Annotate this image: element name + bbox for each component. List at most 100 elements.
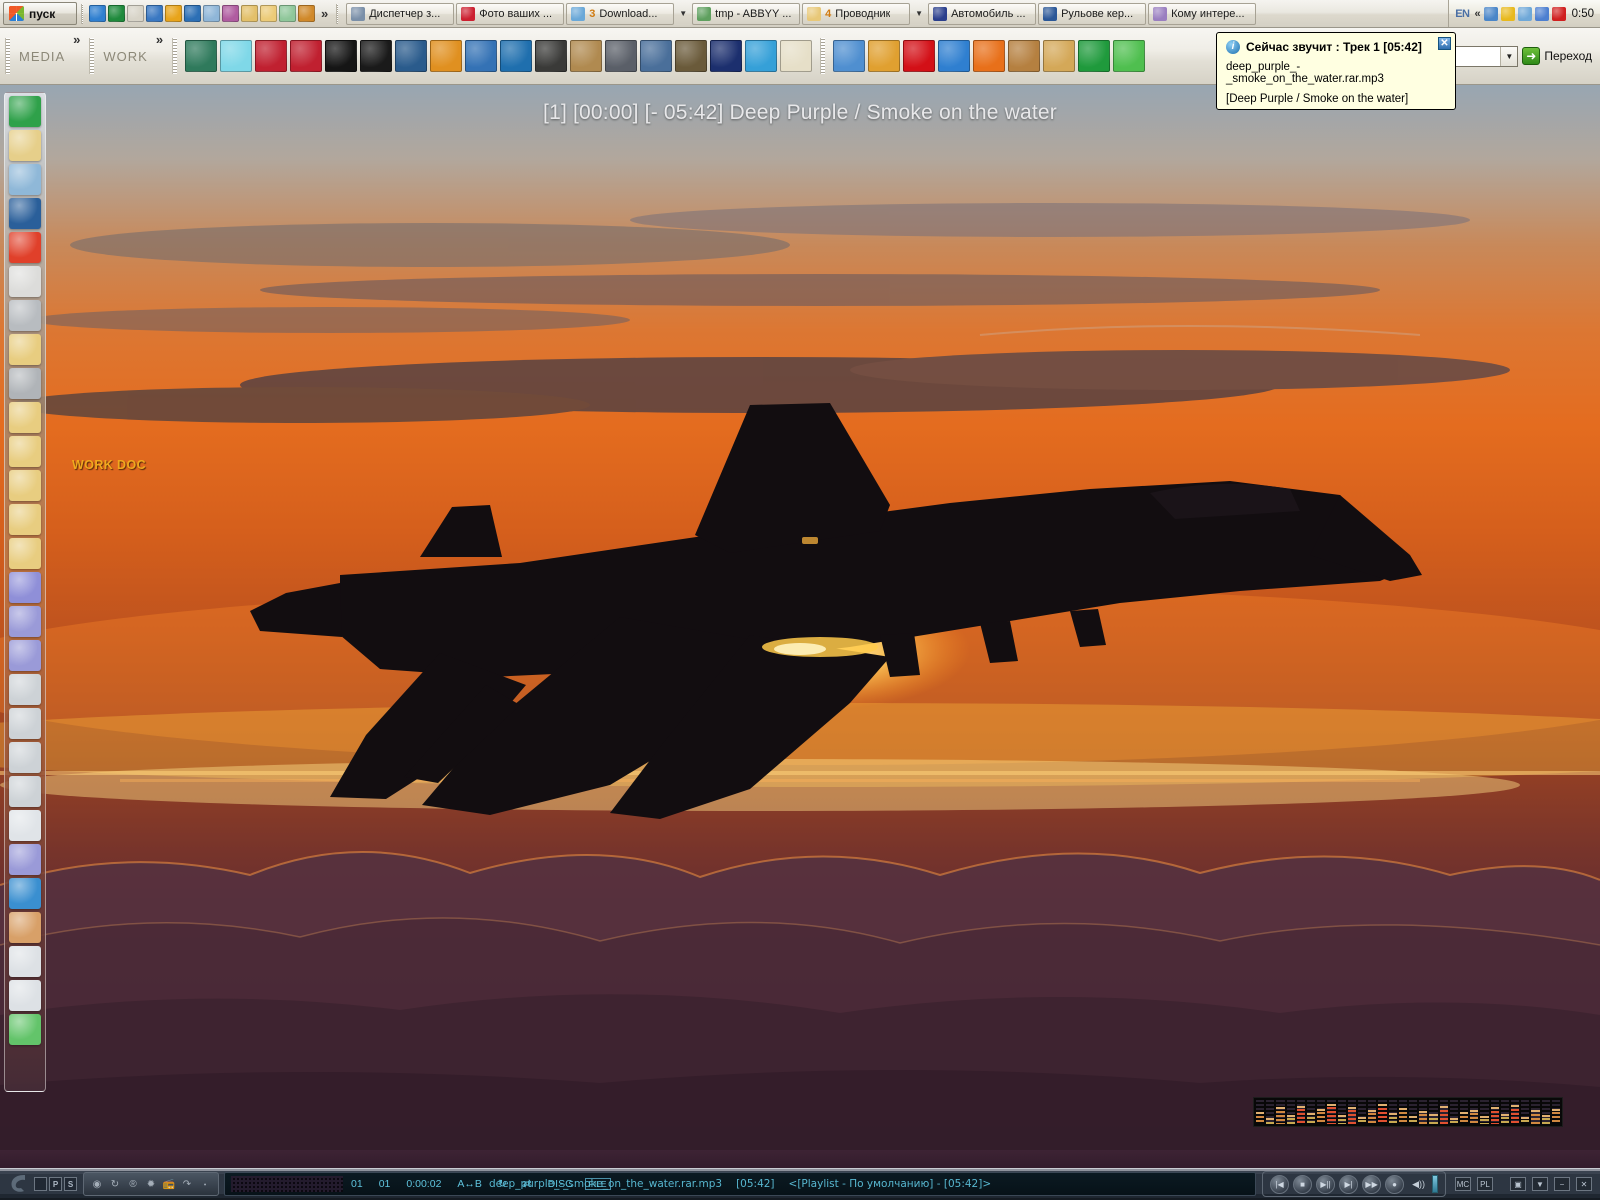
photo-folder-icon[interactable]	[241, 5, 258, 22]
bittorrent-icon[interactable]	[1078, 40, 1111, 72]
documents-folder-icon[interactable]	[9, 402, 41, 433]
recycle-green-icon[interactable]	[1113, 40, 1146, 72]
fighter-orange-icon[interactable]	[430, 40, 463, 72]
control-panel-gear-icon[interactable]	[9, 844, 41, 875]
notepad-edit-icon[interactable]	[127, 5, 144, 22]
window-shade-button[interactable]: ▼	[1532, 1177, 1548, 1191]
mp-blank-button[interactable]	[34, 1177, 47, 1191]
task-buttons-area[interactable]: Диспетчер з... Фото ваших ... 3 Download...…	[342, 2, 1448, 25]
toolbar-grip-2[interactable]	[89, 38, 95, 74]
mp-shuffle-button[interactable]: S	[64, 1177, 77, 1191]
volume-control[interactable]: ◀))	[1412, 1179, 1425, 1190]
desktop-label-work-doc[interactable]: WORK DOC	[72, 458, 146, 472]
book-green-icon[interactable]	[108, 5, 125, 22]
hard-drive-4-icon[interactable]	[9, 776, 41, 807]
task-button[interactable]: 4 Проводник	[802, 2, 911, 25]
toolbar-grip-4[interactable]	[820, 38, 826, 74]
blue-window-icon[interactable]	[146, 5, 163, 22]
music-folder-icon[interactable]	[9, 538, 41, 569]
aikx-icon[interactable]	[710, 40, 743, 72]
window-close-button[interactable]: ✕	[1576, 1177, 1592, 1191]
shuffle-icon[interactable]: ↻	[108, 1177, 122, 1191]
network-share-icon[interactable]	[1517, 6, 1532, 21]
sync-icon[interactable]	[1534, 6, 1549, 21]
mode-button-pl[interactable]: PL	[1477, 1177, 1493, 1191]
quick-launch-toolbar[interactable]	[87, 5, 317, 22]
transport-controls[interactable]: |◀ ■ ▶|| ▶| ▶▶ ● ◀))	[1262, 1171, 1446, 1197]
media-window-controls[interactable]: MC PL ▣ ▼ − ✕	[1446, 1177, 1600, 1191]
red-house-folder-icon[interactable]	[9, 504, 41, 535]
firewall-shield-icon[interactable]	[868, 40, 901, 72]
mode-button-mc[interactable]: MC	[1455, 1177, 1471, 1191]
internet-toolbar[interactable]	[830, 40, 1148, 72]
hard-drive-icon[interactable]	[9, 674, 41, 705]
camcorder-icon[interactable]	[9, 300, 41, 331]
go-button[interactable]: Переход	[1522, 47, 1592, 65]
warplane-icon[interactable]	[640, 40, 673, 72]
recycle-bin-icon[interactable]	[9, 1014, 41, 1045]
eq-icon[interactable]: ◉	[90, 1177, 104, 1191]
mic-icon[interactable]: ꞏ	[198, 1177, 212, 1191]
toolbar-grip[interactable]	[5, 38, 10, 74]
next-track-button[interactable]: ▶|	[1339, 1174, 1359, 1194]
mp-preset-button[interactable]: P	[49, 1177, 62, 1191]
internet-explorer-icon[interactable]	[89, 5, 106, 22]
record-icon[interactable]: ®	[126, 1177, 140, 1191]
fast-forward-button[interactable]: ▶▶	[1362, 1174, 1382, 1194]
amber-circle-icon[interactable]	[165, 5, 182, 22]
toolbar-group-media[interactable]: MEDIA »	[0, 28, 84, 84]
task-group-dropdown-arrow[interactable]: ▼	[676, 9, 690, 18]
firefox-browser-icon[interactable]	[973, 40, 1006, 72]
language-indicator[interactable]: EN	[1453, 8, 1471, 20]
gear-dark-icon[interactable]	[360, 40, 393, 72]
balloon-close-button[interactable]: ✕	[1438, 37, 1451, 50]
shutdown-power-icon[interactable]	[9, 232, 41, 263]
chemax-icon[interactable]	[745, 40, 778, 72]
settings-gear-icon[interactable]	[9, 606, 41, 637]
address-dropdown-arrow[interactable]: ▼	[1500, 46, 1518, 66]
task-button[interactable]: Фото ваших ...	[456, 2, 565, 25]
jet-game-icon[interactable]	[220, 40, 253, 72]
open-folder-icon[interactable]	[260, 5, 277, 22]
now-playing-balloon-tooltip[interactable]: ✕ i Сейчас звучит : Трек 1 [05:42] deep_…	[1216, 8, 1458, 110]
cd-drive-icon[interactable]	[9, 810, 41, 841]
toolbar-grip-3[interactable]	[172, 38, 178, 74]
network-icon[interactable]	[222, 5, 239, 22]
hand-share-icon[interactable]	[9, 912, 41, 943]
hard-drive-3-icon[interactable]	[9, 742, 41, 773]
task-button[interactable]: Автомобиль ...	[928, 2, 1037, 25]
toolbar-group-work[interactable]: WORK »	[84, 28, 167, 84]
pistol-icon[interactable]	[535, 40, 568, 72]
display-monitor-icon[interactable]	[9, 164, 41, 195]
hard-drive-2-icon[interactable]	[9, 708, 41, 739]
taskbar-clock[interactable]: 0:50	[1569, 8, 1594, 20]
internet-explorer-icon[interactable]	[9, 96, 41, 127]
jet-outline-dark-icon[interactable]	[325, 40, 358, 72]
digital-camera-icon[interactable]	[9, 368, 41, 399]
task-button[interactable]: Рульове кер...	[1038, 2, 1147, 25]
opera-browser-icon[interactable]	[903, 40, 936, 72]
blue-docs-folder-icon[interactable]	[9, 436, 41, 467]
star-red-blue-icon[interactable]	[255, 40, 288, 72]
hammer-game-icon[interactable]	[675, 40, 708, 72]
face-art-icon[interactable]	[9, 198, 41, 229]
mafia-game-icon[interactable]	[570, 40, 603, 72]
window-minimize-button[interactable]: −	[1554, 1177, 1570, 1191]
system-tray[interactable]: EN « 0:50	[1448, 0, 1600, 27]
media-play-icon[interactable]	[184, 5, 201, 22]
start-button[interactable]: пуск	[3, 2, 77, 25]
excel-x-icon[interactable]	[203, 5, 220, 22]
task-button[interactable]: Кому интере...	[1148, 2, 1257, 25]
task-button[interactable]: tmp - ABBYY ...	[692, 2, 801, 25]
scheduled-task-icon[interactable]	[9, 266, 41, 297]
settings-gear-2-icon[interactable]	[9, 640, 41, 671]
radio-icon[interactable]: 📻	[162, 1177, 176, 1191]
fighter-blue2-icon[interactable]	[465, 40, 498, 72]
pilot-game-icon[interactable]	[605, 40, 638, 72]
toolbar-work-more[interactable]: »	[152, 32, 167, 47]
media-feature-buttons[interactable]: ◉ ↻ ® ✹ 📻 ↷ ꞏ	[83, 1172, 219, 1196]
text-docs-folder-icon[interactable]	[9, 470, 41, 501]
fighter-blue-icon[interactable]	[395, 40, 428, 72]
previous-track-button[interactable]: |◀	[1270, 1174, 1290, 1194]
mahjong-icon[interactable]	[780, 40, 813, 72]
